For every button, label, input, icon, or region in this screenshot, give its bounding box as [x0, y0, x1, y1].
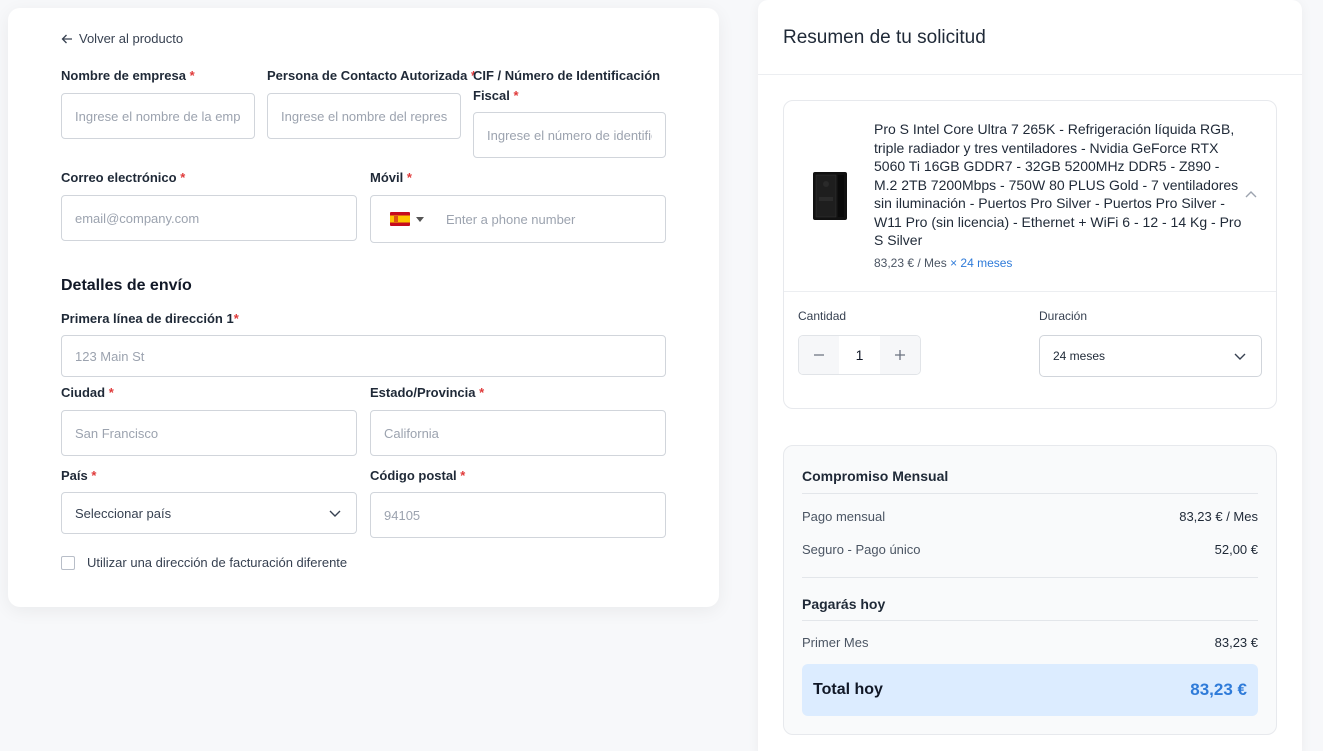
product-duration-tag: × 24 meses	[950, 256, 1013, 270]
totals-card: Compromiso Mensual Pago mensual 83,23 € …	[783, 445, 1277, 735]
country-select[interactable]: Seleccionar país	[61, 492, 357, 534]
monthly-payment-label: Pago mensual	[802, 509, 886, 524]
minus-icon	[814, 354, 824, 356]
divider	[802, 620, 1258, 621]
summary-title: Resumen de tu solicitud	[758, 0, 1302, 75]
quantity-label: Cantidad	[798, 309, 847, 323]
arrow-left-icon	[61, 34, 72, 43]
monthly-payment-value: 83,23 € / Mes	[1179, 509, 1258, 524]
duration-label: Duración	[1039, 309, 1088, 323]
total-today-box: Total hoy 83,23 €	[802, 664, 1258, 716]
address1-input[interactable]	[75, 348, 652, 364]
decrease-quantity-button[interactable]	[799, 336, 839, 374]
duration-select-value: 24 meses	[1053, 349, 1106, 363]
quantity-stepper: 1	[798, 335, 921, 375]
city-field[interactable]	[61, 410, 357, 456]
total-today-value: 83,23 €	[1190, 680, 1247, 699]
quantity-value[interactable]: 1	[839, 336, 880, 374]
email-input[interactable]	[75, 210, 343, 226]
product-title: Pro S Intel Core Ultra 7 265K - Refriger…	[874, 121, 1242, 248]
insurance-value: 52,00 €	[1214, 542, 1258, 557]
chevron-down-icon	[1234, 353, 1246, 360]
contact-person-label: Persona de Contacto Autorizada *	[267, 68, 477, 83]
mobile-input[interactable]	[446, 211, 652, 227]
divider	[802, 577, 1258, 578]
shipping-details-title: Detalles de envío	[61, 277, 192, 294]
address1-label: Primera línea de dirección 1*	[61, 311, 239, 326]
increase-quantity-button[interactable]	[880, 336, 920, 374]
insurance-row: Seguro - Pago único 52,00 €	[802, 542, 1258, 557]
duration-select[interactable]: 24 meses	[1039, 335, 1262, 377]
spain-flag-icon	[390, 212, 410, 226]
chevron-down-icon	[329, 510, 341, 517]
contact-person-input[interactable]	[281, 108, 447, 124]
tax-id-label: CIF / Número de Identificación Fiscal *	[473, 68, 661, 103]
country-select-value: Seleccionar país	[75, 505, 172, 521]
plus-icon	[895, 350, 905, 360]
contact-person-field[interactable]	[267, 93, 461, 139]
back-link-label: Volver al producto	[79, 31, 184, 46]
postal-code-field[interactable]	[370, 492, 666, 538]
city-input[interactable]	[75, 425, 343, 441]
tax-id-field[interactable]	[473, 112, 666, 158]
pc-case-image	[813, 172, 847, 220]
pay-today-title: Pagarás hoy	[802, 596, 886, 612]
company-name-field[interactable]	[61, 93, 255, 139]
state-field[interactable]	[370, 410, 666, 456]
product-details: Pro S Intel Core Ultra 7 265K - Refriger…	[784, 101, 1276, 292]
company-name-label: Nombre de empresa *	[61, 68, 195, 83]
product-card: Pro S Intel Core Ultra 7 265K - Refriger…	[783, 100, 1277, 409]
different-billing-label: Utilizar una dirección de facturación di…	[87, 555, 348, 570]
mobile-label: Móvil *	[370, 170, 412, 185]
first-month-value: 83,23 €	[1214, 635, 1258, 650]
different-billing-row[interactable]: Utilizar una dirección de facturación di…	[61, 555, 347, 570]
monthly-payment-row: Pago mensual 83,23 € / Mes	[802, 509, 1258, 524]
chevron-up-icon[interactable]	[1244, 188, 1258, 202]
email-label: Correo electrónico *	[61, 170, 186, 185]
back-to-product-link[interactable]: Volver al producto	[61, 31, 183, 46]
address1-field[interactable]	[61, 335, 666, 377]
total-today-label: Total hoy	[813, 681, 883, 698]
checkout-form-card: Volver al producto Nombre de empresa * P…	[8, 8, 719, 607]
state-label: Estado/Provincia *	[370, 385, 485, 400]
caret-down-icon	[416, 216, 424, 222]
product-price: 83,23 € / Mes × 24 meses	[874, 256, 1013, 270]
order-summary-panel: Resumen de tu solicitud Pro S Intel Core…	[758, 0, 1302, 751]
country-code-selector[interactable]	[390, 212, 424, 226]
postal-code-label: Código postal *	[370, 468, 466, 483]
email-field[interactable]	[61, 195, 357, 241]
divider	[802, 493, 1258, 494]
tax-id-input[interactable]	[487, 127, 652, 143]
monthly-commitment-title: Compromiso Mensual	[802, 468, 949, 484]
city-label: Ciudad *	[61, 385, 114, 400]
state-input[interactable]	[384, 425, 652, 441]
postal-code-input[interactable]	[384, 507, 652, 523]
first-month-row: Primer Mes 83,23 €	[802, 635, 1258, 650]
company-name-input[interactable]	[75, 108, 241, 124]
mobile-field[interactable]	[370, 195, 666, 243]
country-label: País *	[61, 468, 97, 483]
first-month-label: Primer Mes	[802, 635, 869, 650]
insurance-label: Seguro - Pago único	[802, 542, 921, 557]
different-billing-checkbox[interactable]	[61, 555, 75, 570]
